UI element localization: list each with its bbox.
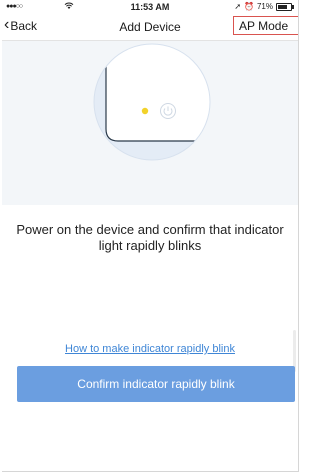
device-illustration-svg	[93, 43, 211, 161]
ap-mode-button[interactable]: AP Mode	[233, 16, 298, 35]
location-arrow-icon: ➚	[234, 2, 242, 11]
battery-icon	[276, 2, 294, 11]
chevron-left-icon: ‹	[4, 16, 10, 33]
navigation-bar: ‹ Back Add Device AP Mode	[2, 14, 298, 41]
device-illustration	[2, 41, 298, 205]
indicator-light	[141, 107, 149, 115]
instruction-text: Power on the device and confirm that ind…	[16, 222, 284, 253]
help-link[interactable]: How to make indicator rapidly blink	[2, 343, 298, 355]
status-bar: ●●●○○ 11:53 AM ➚ ⏰ 71%	[2, 0, 298, 14]
battery-percent: 71%	[256, 2, 273, 11]
back-label: Back	[10, 19, 38, 33]
alarm-icon: ⏰	[244, 2, 254, 11]
confirm-button[interactable]: Confirm indicator rapidly blink	[17, 366, 295, 402]
status-right-group: ➚ ⏰ 71%	[234, 2, 294, 11]
phone-screen: ●●●○○ 11:53 AM ➚ ⏰ 71% ‹ Back Add Device…	[2, 0, 299, 472]
back-button[interactable]: ‹ Back	[4, 16, 38, 34]
